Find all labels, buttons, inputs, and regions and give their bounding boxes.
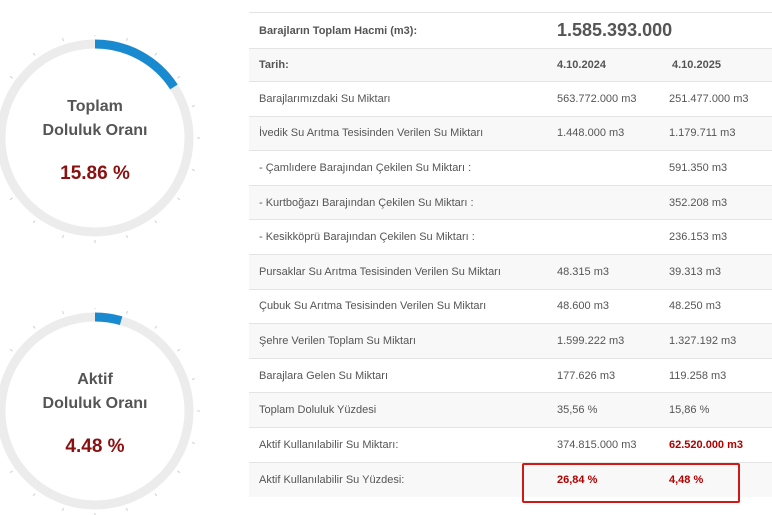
date-col2: 4.10.2025 [655, 48, 772, 82]
date-row: Tarih: 4.10.2024 4.10.2025 [249, 48, 772, 82]
camlidere-withdrawal-col1 [540, 150, 655, 186]
total-volume-label: Barajların Toplam Hacmi (m3): [249, 12, 540, 49]
gauge-tick [9, 75, 13, 79]
gauge-tick [154, 493, 158, 497]
dam-water-amount-col1: 563.772.000 m3 [540, 81, 655, 117]
total-fill-gauge-title-line2: Doluluk Oranı [42, 122, 148, 139]
dam-inflow-row: Barajlara Gelen Su Miktarı 177.626 m3 119.… [249, 357, 772, 393]
gauge-tick [154, 52, 158, 56]
gauge-tick [32, 493, 36, 497]
gauge-tick [177, 348, 181, 352]
dam-water-amount-row: Barajlarımızdaki Su Miktarı 563.772.000 m… [249, 81, 772, 117]
gauge-tick [177, 470, 181, 474]
active-usable-amount-col1: 374.815.000 m3 [540, 426, 655, 463]
cubuk-plant-output-label: Çubuk Su Arıtma Tesisinden Verilen Su Mi… [249, 288, 540, 324]
kurtbogazi-withdrawal-row: - Kurtboğazı Barajından Çekilen Su Mikta… [249, 184, 772, 220]
active-usable-percentage-col1: 26,84 % [540, 461, 655, 497]
ivedik-plant-output-row: İvedik Su Arıtma Tesisinden Verilen Su M… [249, 115, 772, 151]
camlidere-withdrawal-row: - Çamlıdere Barajından Çekilen Su Miktar… [249, 150, 772, 186]
total-fill-gauge-value: 15.86 % [60, 163, 130, 184]
gauge-tick [62, 37, 64, 42]
gauge-tick [32, 220, 36, 224]
gauge-fill-arc [94, 312, 123, 326]
total-fill-percentage-row: Toplam Doluluk Yüzdesi 35,56 % 15,86 % [249, 392, 772, 428]
dam-water-amount-label: Barajlarımızdaki Su Miktarı [249, 81, 540, 117]
total-fill-gauge: Toplam Doluluk Oranı 15.86 % [0, 35, 225, 265]
total-fill-gauge-title: Toplam Doluluk Oranı [0, 95, 195, 143]
ivedik-plant-output-label: İvedik Su Arıtma Tesisinden Verilen Su M… [249, 115, 540, 151]
date-label: Tarih: [249, 48, 540, 82]
city-total-supply-label: Şehre Verilen Toplam Su Miktarı [249, 323, 540, 359]
date-col1: 4.10.2024 [540, 48, 655, 82]
gauge-tick [9, 470, 13, 474]
cubuk-plant-output-row: Çubuk Su Arıtma Tesisinden Verilen Su Mi… [249, 288, 772, 324]
active-usable-amount-label: Aktif Kullanılabilir Su Miktarı: [249, 426, 540, 463]
city-total-supply-col2: 1.327.192 m3 [655, 323, 772, 359]
gauge-tick [9, 197, 13, 201]
active-fill-gauge: Aktif Doluluk Oranı 4.48 % [0, 308, 225, 515]
kurtbogazi-withdrawal-col2: 352.208 m3 [655, 184, 772, 220]
kesikkopru-withdrawal-col2: 236.153 m3 [655, 219, 772, 255]
kesikkopru-withdrawal-label: - Kesikköprü Barajından Çekilen Su Mikta… [249, 219, 540, 255]
active-usable-percentage-col2: 4,48 % [655, 461, 772, 497]
active-usable-amount-row: Aktif Kullanılabilir Su Miktarı: 374.815.… [249, 426, 772, 463]
gauge-tick [154, 325, 158, 329]
gauge-tick [177, 197, 181, 201]
gauge-tick [126, 234, 128, 239]
active-usable-percentage-row: Aktif Kullanılabilir Su Yüzdesi: 26,84 % 4… [249, 461, 772, 497]
dam-inflow-label: Barajlara Gelen Su Miktarı [249, 357, 540, 393]
kurtbogazi-withdrawal-col1 [540, 184, 655, 220]
dam-water-amount-col2: 251.477.000 m3 [655, 81, 772, 117]
active-usable-percentage-label: Aktif Kullanılabilir Su Yüzdesi: [249, 461, 540, 497]
pursaklar-plant-output-col2: 39.313 m3 [655, 253, 772, 290]
total-fill-percentage-label: Toplam Doluluk Yüzdesi [249, 392, 540, 428]
active-fill-gauge-title-line1: Aktif [77, 371, 113, 388]
city-total-supply-row: Şehre Verilen Toplam Su Miktarı 1.599.222… [249, 323, 772, 359]
gauge-tick [126, 37, 128, 42]
pursaklar-plant-output-col1: 48.315 m3 [540, 253, 655, 290]
dam-inflow-col1: 177.626 m3 [540, 357, 655, 393]
active-fill-gauge-title-line2: Doluluk Oranı [42, 395, 148, 412]
total-fill-percentage-col1: 35,56 % [540, 392, 655, 428]
total-volume-row: Barajların Toplam Hacmi (m3): 1.585.393.… [249, 12, 772, 49]
pursaklar-plant-output-label: Pursaklar Su Arıtma Tesisinden Verilen S… [249, 253, 540, 290]
dam-inflow-col2: 119.258 m3 [655, 357, 772, 393]
ivedik-plant-output-col2: 1.179.711 m3 [655, 115, 772, 151]
active-usable-amount-col2: 62.520.000 m3 [655, 426, 772, 463]
gauge-tick [62, 310, 64, 315]
ivedik-plant-output-col1: 1.448.000 m3 [540, 115, 655, 151]
gauge-fill-arc [94, 39, 178, 90]
gauge-tick [32, 325, 36, 329]
camlidere-withdrawal-col2: 591.350 m3 [655, 150, 772, 186]
city-total-supply-col1: 1.599.222 m3 [540, 323, 655, 359]
active-fill-gauge-value: 4.48 % [65, 436, 125, 457]
gauge-tick [62, 234, 64, 239]
kesikkopru-withdrawal-col1 [540, 219, 655, 255]
cubuk-plant-output-col2: 48.250 m3 [655, 288, 772, 324]
gauge-tick [177, 75, 181, 79]
gauge-tick [126, 507, 128, 512]
gauge-tick [9, 348, 13, 352]
dam-statistics-table: Barajların Toplam Hacmi (m3): 1.585.393.… [249, 12, 772, 497]
total-volume-value: 1.585.393.000 [540, 12, 772, 49]
gauge-tick [62, 507, 64, 512]
total-fill-gauge-title-line1: Toplam [67, 98, 123, 115]
gauge-tick [126, 310, 128, 315]
camlidere-withdrawal-label: - Çamlıdere Barajından Çekilen Su Miktar… [249, 150, 540, 186]
cubuk-plant-output-col1: 48.600 m3 [540, 288, 655, 324]
pursaklar-plant-output-row: Pursaklar Su Arıtma Tesisinden Verilen S… [249, 253, 772, 290]
kesikkopru-withdrawal-row: - Kesikköprü Barajından Çekilen Su Mikta… [249, 219, 772, 255]
total-fill-percentage-col2: 15,86 % [655, 392, 772, 428]
gauge-tick [154, 220, 158, 224]
gauge-tick [32, 52, 36, 56]
kurtbogazi-withdrawal-label: - Kurtboğazı Barajından Çekilen Su Mikta… [249, 184, 540, 220]
active-fill-gauge-title: Aktif Doluluk Oranı [0, 368, 195, 416]
